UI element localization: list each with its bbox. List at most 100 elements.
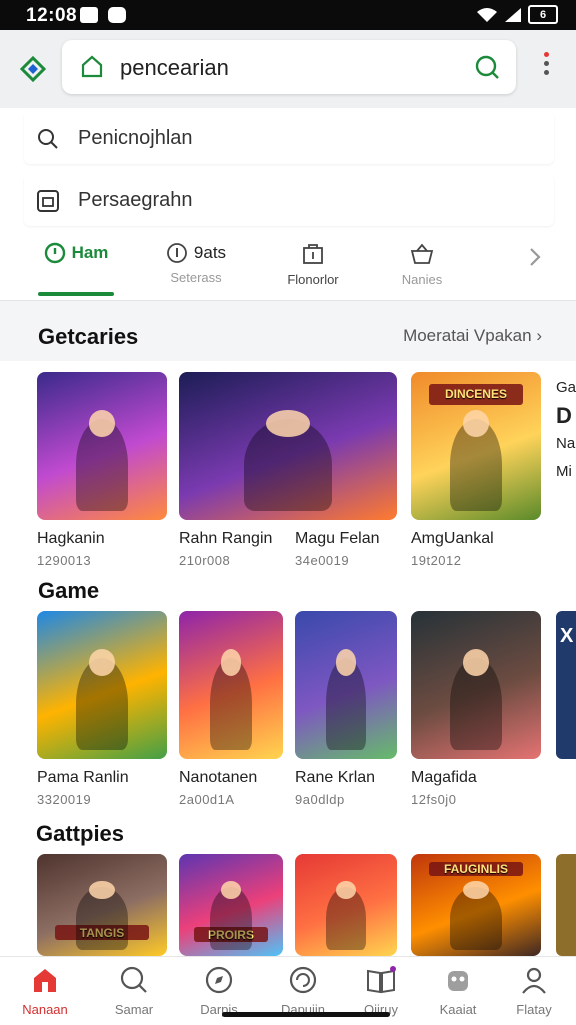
game-banner: [309, 862, 382, 876]
nav-label: Kaaiat: [439, 1002, 477, 1017]
profile-icon: [522, 967, 546, 994]
chevron-right-icon: ›: [536, 326, 542, 345]
game-card[interactable]: Rane Krlan 9a0dldp: [295, 611, 399, 807]
basket-icon: [410, 243, 434, 264]
status-time: 12:08: [26, 5, 78, 26]
game-name: Hagkanin: [37, 530, 105, 547]
game-card[interactable]: DINCENES AmgUankal 19t2012: [411, 372, 543, 568]
game-thumbnail: [295, 611, 397, 759]
search-go-icon[interactable]: [474, 54, 500, 80]
game-meta: 1290013: [37, 553, 92, 568]
nav-item-home[interactable]: Nanaan: [9, 965, 81, 1017]
search-suggestion[interactable]: Persaegrahn: [24, 174, 554, 226]
game-name: Magafida: [411, 769, 477, 786]
partial-card[interactable]: [556, 854, 576, 956]
game-card[interactable]: FAUGINLIS: [411, 854, 543, 956]
character-head: [463, 880, 489, 899]
game-card[interactable]: Magafida 12fs0j0: [411, 611, 543, 807]
game-card[interactable]: Hagkanin 1290013: [37, 372, 169, 568]
book-icon: [367, 966, 396, 994]
see-more-label: Moeratai Vpakan: [403, 326, 532, 345]
game-meta: 19t2012: [411, 553, 462, 568]
character-head: [89, 410, 115, 438]
overflow-menu-icon[interactable]: [542, 52, 550, 82]
partial-text: Na: [556, 435, 576, 452]
battery-level: 6: [539, 8, 547, 21]
partial-text: Ga: [556, 379, 576, 396]
search-icon: [120, 966, 147, 993]
game-name: AmgUankal: [411, 530, 494, 547]
game-card[interactable]: Magu Felan 34e0019: [295, 372, 427, 568]
game-meta: 2a00d1A: [179, 792, 235, 807]
wifi-icon: [477, 7, 497, 22]
tab-sublabel: Seterass: [170, 270, 222, 285]
game-card[interactable]: PROIRS: [179, 854, 285, 956]
character-head: [335, 649, 357, 677]
nav-item-library[interactable]: Oiiruy: [345, 965, 417, 1017]
nav-item-profile[interactable]: Flatay: [498, 965, 570, 1017]
search-box[interactable]: [62, 40, 516, 94]
partial-text: D: [556, 403, 572, 428]
nav-label: Nanaan: [22, 1002, 68, 1017]
search-input[interactable]: [118, 52, 452, 84]
game-thumbnail: [37, 611, 167, 759]
status-bar: 12:08 6: [0, 0, 576, 30]
tab-stats[interactable]: 9ats Seterass: [154, 242, 238, 294]
tab-sublabel: Flonorlor: [287, 272, 339, 287]
character-head: [463, 410, 489, 438]
nav-item-search[interactable]: Samar: [98, 965, 170, 1017]
home-outline-icon: [81, 55, 103, 78]
character-head: [335, 880, 357, 899]
battery-icon: 6: [528, 5, 558, 24]
game-thumbnail: DINCENES: [411, 372, 541, 520]
see-more-link[interactable]: Moeratai Vpakan ›: [403, 326, 542, 346]
character-head: [220, 880, 242, 899]
section-title: Gattpies: [36, 821, 125, 846]
tab-store[interactable]: Flonorlor: [270, 242, 356, 294]
game-banner: DINCENES: [429, 383, 523, 405]
suggestion-label: Persaegrahn: [78, 189, 193, 211]
message-icon: [108, 7, 126, 23]
tab-home[interactable]: Ham: [36, 242, 116, 294]
game-thumbnail: [411, 611, 541, 759]
info-icon: [167, 243, 187, 263]
game-thumbnail: TANGIS: [37, 854, 167, 956]
section-title: Game: [38, 578, 100, 603]
suggestion-label: Penicnojhlan: [78, 127, 193, 149]
nav-item-games[interactable]: Kaaiat: [422, 965, 494, 1017]
game-name: Pama Ranlin: [37, 769, 129, 786]
game-banner: [194, 623, 269, 644]
game-banner: [429, 623, 523, 644]
active-tab-indicator: [38, 292, 114, 296]
history-icon: [37, 190, 59, 212]
signal-icon: [505, 7, 521, 22]
clock-icon: [44, 242, 65, 264]
tab-label: Ham: [71, 243, 109, 262]
game-meta: 9a0dldp: [295, 792, 345, 807]
nav-item-refresh[interactable]: Dapuiin: [267, 965, 339, 1017]
explore-icon: [205, 966, 233, 994]
game-thumbnail: [295, 854, 397, 956]
game-meta: 12fs0j0: [411, 792, 457, 807]
game-card[interactable]: TANGIS: [37, 854, 169, 956]
game-thumbnail: [179, 611, 283, 759]
app-logo-icon[interactable]: [20, 56, 46, 82]
game-name: Rane Krlan: [295, 769, 376, 786]
partial-card[interactable]: Ga D Na Mi: [556, 374, 576, 486]
chevron-right-icon[interactable]: [528, 246, 542, 268]
home-icon: [34, 969, 56, 992]
game-meta: 34e0019: [295, 553, 350, 568]
nav-item-explore[interactable]: Darpis: [183, 965, 255, 1017]
game-thumbnail: FAUGINLIS: [411, 854, 541, 956]
game-card[interactable]: [295, 854, 399, 956]
game-card[interactable]: Nanotanen 2a00d1A: [179, 611, 285, 807]
game-card[interactable]: Pama Ranlin 3320019: [37, 611, 169, 807]
home-indicator[interactable]: [222, 1012, 390, 1017]
partial-card[interactable]: X: [556, 611, 576, 759]
gamepad-icon: [448, 971, 468, 991]
nav-label: Flatay: [516, 1002, 552, 1017]
tab-basket[interactable]: Nanies: [382, 242, 462, 294]
tab-label: 9ats: [193, 243, 227, 262]
character-head: [89, 880, 115, 899]
search-suggestion[interactable]: Penicnojhlan: [24, 112, 554, 164]
